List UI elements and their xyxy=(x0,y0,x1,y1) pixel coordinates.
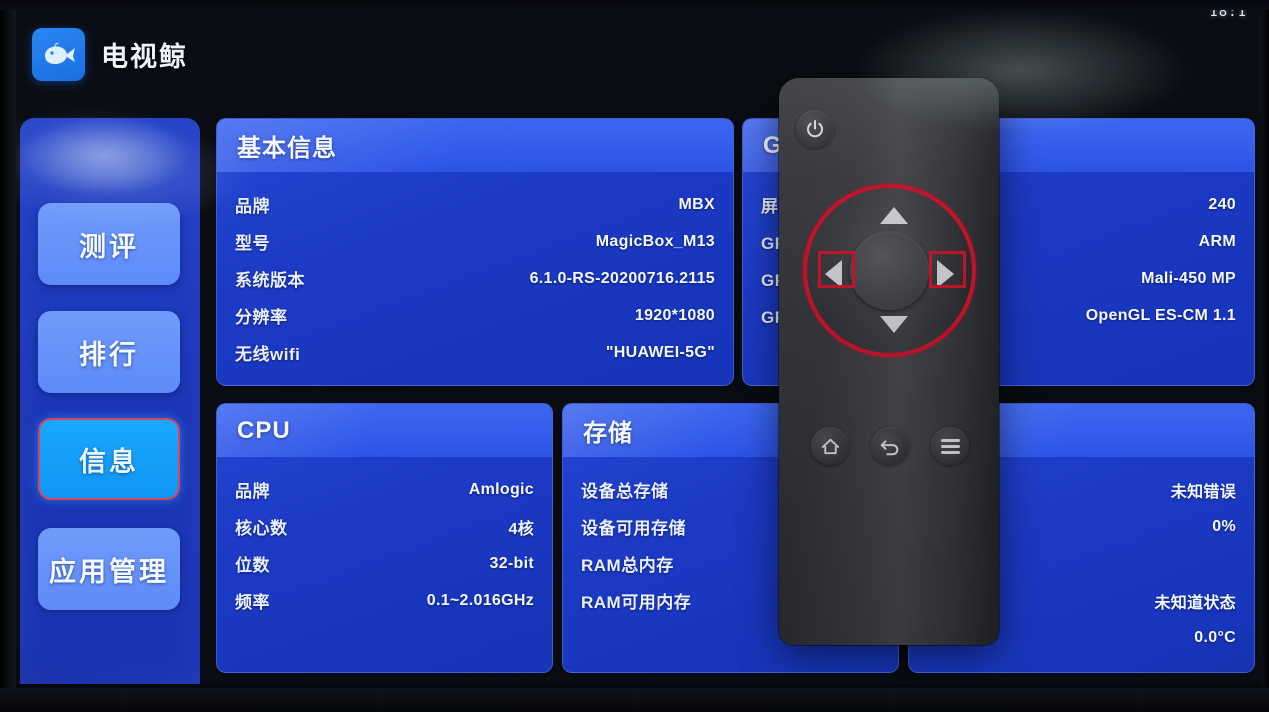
row-value: 4核 xyxy=(508,520,534,538)
table-row: 品牌 Amlogic xyxy=(235,471,534,508)
row-value: MBX xyxy=(678,195,715,213)
bezel-top xyxy=(0,0,1269,10)
remote-button-row xyxy=(811,427,969,465)
row-value: 未知道状态 xyxy=(1154,594,1236,612)
remote-control xyxy=(779,78,999,645)
annotation-circle-dpad xyxy=(803,184,976,357)
row-key: 设备可用存储 xyxy=(581,519,686,538)
row-value: 1920*1080 xyxy=(634,306,715,324)
home-icon[interactable] xyxy=(811,427,849,465)
sidebar-item-label: 应用管理 xyxy=(49,556,169,587)
card-title: CPU xyxy=(237,416,291,444)
row-value: 0.1~2.016GHz xyxy=(426,591,534,609)
row-key: 品牌 xyxy=(235,482,270,501)
row-value: 未知错误 xyxy=(1170,483,1236,501)
sidebar: 测评 排行 信息 应用管理 xyxy=(20,118,200,684)
app-title: 电视鲸 xyxy=(101,42,188,72)
row-value: "HUAWEI-5G" xyxy=(605,343,715,361)
sidebar-item-label: 信息 xyxy=(79,446,139,477)
row-value: 6.1.0-RS-20200716.2115 xyxy=(529,269,715,287)
sidebar-item-xinxi[interactable]: 信息 xyxy=(38,418,180,500)
table-row: 位数 32-bit xyxy=(235,545,534,582)
row-key: 核心数 xyxy=(235,519,288,538)
table-row: 分辨率 1920*1080 xyxy=(235,297,715,334)
row-key: 品牌 xyxy=(235,197,270,216)
card-cpu: CPU 品牌 Amlogic 核心数 4核 位数 32-bit 频率 0.1~2… xyxy=(216,403,553,673)
row-value: 0% xyxy=(1212,517,1236,535)
card-header: 基本信息 xyxy=(217,119,733,172)
sidebar-item-ceping[interactable]: 测评 xyxy=(38,203,180,285)
table-row: 频率 0.1~2.016GHz xyxy=(235,582,534,619)
row-value: ARM xyxy=(1198,232,1236,250)
table-row: 无线wifi "HUAWEI-5G" xyxy=(235,334,715,371)
hamburger-lines xyxy=(940,436,960,457)
row-key: RAM总内存 xyxy=(581,556,674,575)
row-value: Mali-450 MP xyxy=(1141,269,1236,287)
back-icon[interactable] xyxy=(871,427,909,465)
row-key: 频率 xyxy=(235,593,270,612)
row-value: OpenGL ES-CM 1.1 xyxy=(1085,306,1236,324)
card-header: CPU xyxy=(217,404,552,457)
tv-photo: 18:1 电视鲸 测评 排行 信息 应用管理 基本信息 品牌 MBX 型号 Ma… xyxy=(0,0,1269,712)
table-row: 核心数 4核 xyxy=(235,508,534,545)
tv-screen: 18:1 电视鲸 测评 排行 信息 应用管理 基本信息 品牌 MBX 型号 Ma… xyxy=(14,8,1261,684)
row-value: MagicBox_M13 xyxy=(595,232,715,250)
row-value: Amlogic xyxy=(468,480,534,498)
table-row: 型号 MagicBox_M13 xyxy=(235,223,715,260)
card-title: 存储 xyxy=(583,420,633,447)
card-title: 基本信息 xyxy=(237,135,337,162)
whale-icon xyxy=(32,28,85,81)
bezel-left xyxy=(0,0,16,712)
bezel-right xyxy=(1261,0,1269,712)
sidebar-item-label: 测评 xyxy=(79,231,139,262)
card-body: 品牌 MBX 型号 MagicBox_M13 系统版本 6.1.0-RS-202… xyxy=(217,172,733,381)
row-key: 系统版本 xyxy=(235,271,305,290)
power-icon[interactable] xyxy=(796,110,834,148)
main-content: 基本信息 品牌 MBX 型号 MagicBox_M13 系统版本 6.1.0-R… xyxy=(210,118,1255,676)
app-header: 电视鲸 xyxy=(32,28,188,81)
card-basic-info: 基本信息 品牌 MBX 型号 MagicBox_M13 系统版本 6.1.0-R… xyxy=(216,118,734,386)
row-key: 型号 xyxy=(235,234,270,253)
row-key: 设备总存储 xyxy=(581,482,669,501)
bezel-bottom xyxy=(0,688,1269,712)
sidebar-item-label: 排行 xyxy=(79,339,139,370)
sidebar-item-yingyongguanli[interactable]: 应用管理 xyxy=(38,528,180,610)
menu-icon[interactable] xyxy=(931,427,969,465)
table-row: 系统版本 6.1.0-RS-20200716.2115 xyxy=(235,260,715,297)
row-value: 240 xyxy=(1208,195,1236,213)
row-value: 0.0°C xyxy=(1194,628,1236,646)
table-row: 品牌 MBX xyxy=(235,186,715,223)
row-key: 分辨率 xyxy=(235,308,288,327)
row-value: 32-bit xyxy=(489,554,534,572)
dpad[interactable] xyxy=(803,184,976,357)
row-key: RAM可用内存 xyxy=(581,593,692,612)
sidebar-item-paihang[interactable]: 排行 xyxy=(38,311,180,393)
row-key: 无线wifi xyxy=(235,345,301,364)
row-key: 位数 xyxy=(235,556,270,575)
card-body: 品牌 Amlogic 核心数 4核 位数 32-bit 频率 0.1~2.016… xyxy=(217,457,552,629)
